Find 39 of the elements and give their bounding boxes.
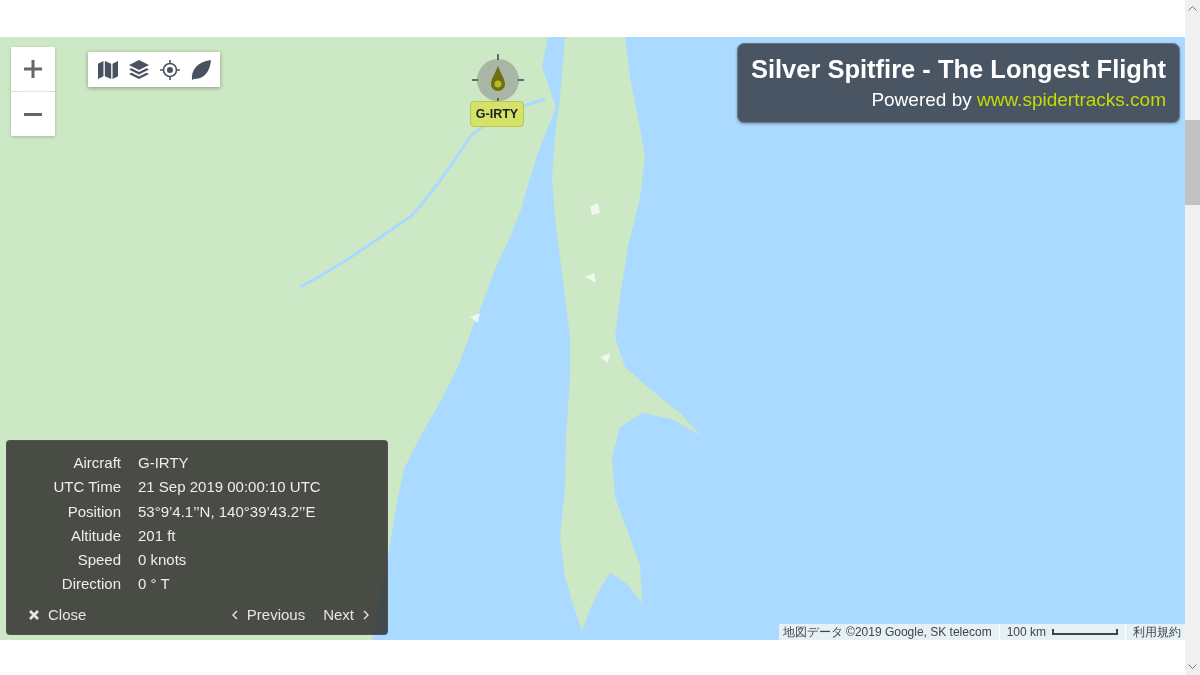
close-icon (29, 609, 39, 620)
scrollbar-thumb[interactable] (1185, 120, 1200, 205)
leaf-icon[interactable] (190, 59, 211, 80)
minus-icon (24, 112, 42, 116)
scale-bar-icon (1052, 629, 1118, 635)
map-data-credit: 地図データ ©2019 Google, SK telecom (782, 624, 992, 640)
terms-link[interactable]: 利用規約 (1133, 624, 1181, 640)
map-icon[interactable] (97, 59, 118, 80)
aircraft-marker-icon[interactable] (472, 54, 524, 101)
crosshair-icon[interactable] (159, 59, 180, 80)
powered-by-text: Powered by www.spidertracks.com (871, 88, 1166, 112)
field-label: Altitude (69, 525, 121, 546)
plus-icon (24, 60, 42, 78)
field-label: UTC Time (52, 477, 121, 498)
scroll-down-icon[interactable] (1188, 664, 1197, 669)
field-value: 21 Sep 2019 00:00:10 UTC (138, 477, 322, 498)
field-label: Aircraft (72, 453, 121, 473)
website-link[interactable]: www.spidertracks.com (977, 89, 1166, 110)
close-button[interactable]: Close (27, 602, 89, 627)
field-value: 53°9’4.1’’N, 140°39’43.2’’E (138, 501, 317, 522)
aircraft-label[interactable]: G-IRTY (470, 101, 524, 127)
field-label: Position (66, 501, 121, 522)
field-value: G-IRTY (138, 453, 190, 473)
field-label: Direction (60, 574, 121, 595)
scale-label: 100 km (1006, 624, 1046, 640)
field-label: Speed (76, 550, 121, 571)
scrollbar[interactable] (1185, 0, 1200, 675)
chevron-right-icon (363, 609, 369, 620)
field-value: 201 ft (138, 525, 177, 546)
zoom-in-button[interactable] (11, 47, 55, 91)
zoom-out-button[interactable] (11, 92, 55, 136)
panel-title: Silver Spitfire - The Longest Flight (750, 54, 1166, 85)
field-value: 0 knots (138, 550, 188, 571)
field-value: 0 ° T (138, 574, 171, 595)
next-button[interactable]: Next (321, 602, 371, 627)
previous-button[interactable]: Previous (229, 602, 308, 627)
scroll-up-icon[interactable] (1188, 6, 1197, 11)
layers-icon[interactable] (128, 59, 149, 80)
chevron-left-icon (231, 609, 238, 620)
